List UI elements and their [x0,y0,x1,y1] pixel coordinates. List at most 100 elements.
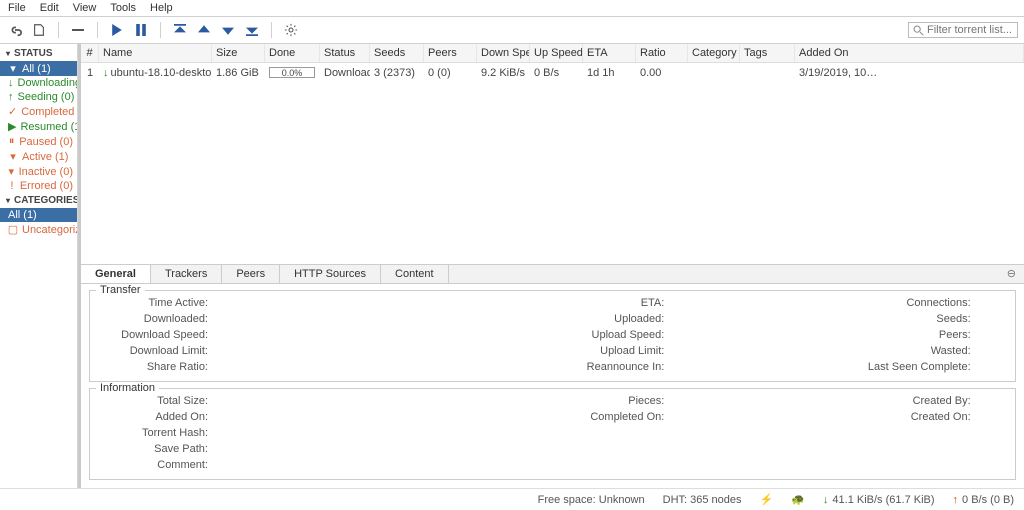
lbl-peers: Peers: [711,329,971,341]
delete-button[interactable] [69,21,87,39]
speed-limit-icon[interactable]: 🐢 [791,493,805,506]
upload-icon: ↑ [8,91,14,103]
tab-trackers[interactable]: Trackers [151,265,222,283]
menu-edit[interactable]: Edit [40,2,59,14]
separator [271,22,272,38]
lbl-uploaded: Uploaded: [404,313,664,325]
move-down-button[interactable] [219,21,237,39]
cell-tags [740,65,795,81]
menu-help[interactable]: Help [150,2,173,14]
col-status[interactable]: Status [320,44,370,62]
progress-bar: 0.0% [269,67,315,78]
col-ratio[interactable]: Ratio [636,44,688,62]
sidebar-item-errored[interactable]: !Errored (0) [0,179,77,193]
cell-up: 0 B/s [530,65,583,81]
sidebar-cat-uncategorized[interactable]: ▢Uncategorized (1) [0,222,77,237]
move-top-button[interactable] [171,21,189,39]
add-file-button[interactable] [30,21,48,39]
col-peers[interactable]: Peers [424,44,477,62]
sidebar-cat-all[interactable]: All (1) [0,208,77,222]
col-name[interactable]: Name [99,44,212,62]
detail-tabs: General Trackers Peers HTTP Sources Cont… [81,264,1024,284]
sidebar-item-active[interactable]: ▾Active (1) [0,149,77,164]
status-ul-speed[interactable]: ↑0 B/s (0 B) [953,494,1014,506]
col-up[interactable]: Up Speed [530,44,583,62]
cell-added: 3/19/2019, 10… [795,65,1024,81]
lbl-last-seen: Last Seen Complete: [711,361,971,373]
lbl-added-on: Added On: [98,411,208,423]
col-eta[interactable]: ETA [583,44,636,62]
tab-peers[interactable]: Peers [222,265,280,283]
sidebar-item-all[interactable]: ▾All (1) [0,61,77,76]
menu-tools[interactable]: Tools [110,2,136,14]
menu-file[interactable]: File [8,2,26,14]
pause-button[interactable] [132,21,150,39]
sidebar-item-seeding[interactable]: ↑Seeding (0) [0,90,77,104]
move-up-button[interactable] [195,21,213,39]
sidebar: STATUS ▾All (1) ↓Downloading (1) ↑Seedin… [0,44,78,488]
col-category[interactable]: Category [688,44,740,62]
col-done[interactable]: Done [265,44,320,62]
content-pane: # Name Size Done Status Seeds Peers Down… [78,44,1024,488]
lbl-created-by: Created By: [711,395,971,407]
sidebar-categories-header[interactable]: CATEGORIES [0,193,77,208]
separator [160,22,161,38]
sidebar-status-header[interactable]: STATUS [0,46,77,61]
col-seeds[interactable]: Seeds [370,44,424,62]
information-legend: Information [96,382,159,394]
lbl-share-ratio: Share Ratio: [98,361,208,373]
sidebar-item-completed[interactable]: ✓Completed (0) [0,104,77,119]
tab-http-sources[interactable]: HTTP Sources [280,265,381,283]
transfer-legend: Transfer [96,284,145,296]
tab-general[interactable]: General [81,265,151,283]
check-icon: ✓ [8,105,17,118]
play-icon: ▶ [8,120,16,133]
col-num[interactable]: # [81,44,99,62]
status-free-space: Free space: Unknown [538,494,645,506]
cell-cat [688,65,740,81]
col-down[interactable]: Down Speed [477,44,530,62]
cell-seeds: 3 (2373) [370,65,424,81]
table-row[interactable]: 1 ↓ubuntu-18.10-desktop-amd64.iso 1.86 G… [81,63,1024,83]
filter-icon: ▾ [8,62,18,75]
resume-button[interactable] [108,21,126,39]
lbl-wasted: Wasted: [711,345,971,357]
cell-status: Downloading [320,65,370,81]
col-tags[interactable]: Tags [740,44,795,62]
blank-area [81,83,1024,264]
lbl-dl-limit: Download Limit: [98,345,208,357]
add-link-button[interactable] [6,21,24,39]
lbl-completed-on: Completed On: [404,411,664,423]
folder-icon: ▢ [8,223,18,236]
sidebar-item-paused[interactable]: ⏸Paused (0) [0,134,77,149]
sidebar-item-downloading[interactable]: ↓Downloading (1) [0,76,77,90]
settings-button[interactable] [282,21,300,39]
cell-size: 1.86 GiB [212,65,265,81]
col-added[interactable]: Added On [795,44,1024,62]
lbl-downloaded: Downloaded: [98,313,208,325]
firewall-icon[interactable]: ⚡ [760,493,774,506]
search-icon [913,25,924,36]
tab-content[interactable]: Content [381,265,449,283]
cell-done: 0.0% [265,65,320,81]
menu-view[interactable]: View [73,2,97,14]
lbl-torrent-hash: Torrent Hash: [98,427,208,439]
col-size[interactable]: Size [212,44,265,62]
sidebar-item-inactive[interactable]: ▾Inactive (0) [0,164,77,179]
lbl-save-path: Save Path: [98,443,208,455]
warn-icon: ! [8,180,16,192]
cell-eta: 1d 1h [583,65,636,81]
move-bottom-button[interactable] [243,21,261,39]
lbl-ul-limit: Upload Limit: [404,345,664,357]
collapse-details-button[interactable]: ⊖ [999,265,1024,283]
details-panel: Transfer Time Active: ETA: Connections: … [81,284,1024,488]
cell-num: 1 [81,65,99,81]
lbl-total-size: Total Size: [98,395,208,407]
search-input[interactable] [927,24,1013,36]
lbl-time-active: Time Active: [98,297,208,309]
search-box[interactable] [908,22,1018,38]
status-dl-speed[interactable]: ↓41.1 KiB/s (61.7 KiB) [823,494,935,506]
status-dht: DHT: 365 nodes [663,494,742,506]
menu-bar: File Edit View Tools Help [0,0,1024,17]
sidebar-item-resumed[interactable]: ▶Resumed (1) [0,119,77,134]
